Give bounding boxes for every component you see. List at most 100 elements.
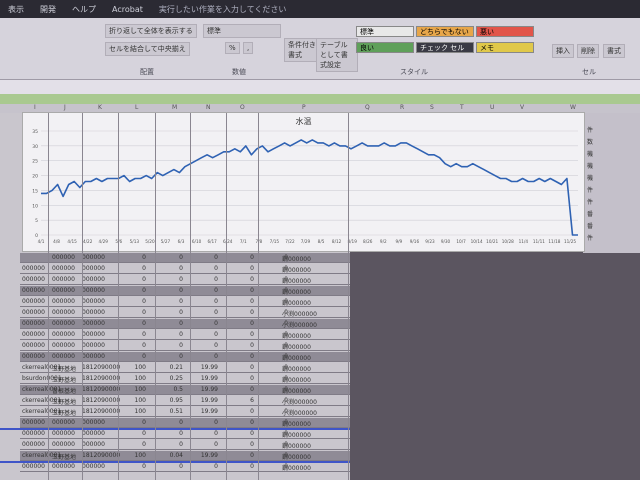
table-cell-i[interactable]: 鋼000000 [282,353,311,362]
percent-button[interactable]: % [225,42,240,54]
table-cell-d[interactable]: 0 [118,276,146,283]
table-cell-c[interactable]: 1812090000 [82,452,120,459]
table-cell-c[interactable]: 000000 [82,441,105,448]
table-cell-f[interactable]: 0 [190,353,218,360]
col-header[interactable]: M [172,104,177,111]
table-cell-f[interactable]: 0 [190,276,218,283]
table-cell-c[interactable]: 000000 [82,419,105,426]
table-cell-f[interactable]: 0 [190,331,218,338]
number-format-select[interactable]: 標準 [203,24,281,38]
table-cell-d[interactable]: 100 [118,375,146,382]
table-cell-f[interactable]: 0 [190,298,218,305]
table-row[interactable]: 000000 000000 000000 0 0 0 0 0 鋼000000 [20,429,350,439]
col-header[interactable]: J [64,104,66,111]
table-cell-d[interactable]: 100 [118,386,146,393]
col-header[interactable]: O [240,104,245,111]
table-cell-b[interactable]: 000000 [52,430,75,437]
table-cell-e[interactable]: 0 [155,331,183,338]
table-cell-i[interactable]: 小渕000000 [282,309,317,318]
col-header[interactable]: N [206,104,211,111]
table-cell-a[interactable]: 000000 [22,287,45,294]
style-normal[interactable]: 標準 [356,26,414,37]
insert-button[interactable]: 挿入 [552,44,574,58]
table-cell-e[interactable]: 0.95 [155,397,183,404]
table-cell-c[interactable]: 000000 [82,265,105,272]
table-cell-g[interactable]: 0 [226,331,254,338]
table-cell-d[interactable]: 0 [118,463,146,470]
table-cell-f[interactable]: 19.99 [190,452,218,459]
table-row[interactable]: 000000 000000 000000 0 0 0 0 0 鋼000000 [20,297,350,307]
table-cell-g[interactable]: 0 [226,353,254,360]
table-cell-f[interactable]: 0 [190,287,218,294]
table-cell-c[interactable]: 000000 [82,463,105,470]
table-cell-c[interactable]: 1812090000 [82,408,120,415]
table-cell-i[interactable]: 鋼000000 [282,463,311,472]
table-cell-g[interactable]: 0 [226,254,254,261]
table-row[interactable]: bsurdon0001 玉野基地 1812090000 100 0.25 19.99 0 0 鋼… [20,374,350,384]
table-cell-i[interactable]: 鋼000000 [282,375,311,384]
table-cell-i[interactable]: 小渕000000 [282,320,317,329]
table-cell-f[interactable]: 19.99 [190,364,218,371]
table-cell-i[interactable]: 鋼000000 [282,430,311,439]
col-header[interactable]: P [302,104,306,111]
table-cell-c[interactable]: 000000 [82,287,105,294]
table-cell-b[interactable]: 玉野基地 [52,397,76,406]
table-cell-b[interactable]: 000000 [52,254,75,261]
table-cell-c[interactable]: 1812090000 [82,397,120,404]
table-cell-e[interactable]: 0 [155,320,183,327]
col-header[interactable]: T [460,104,464,111]
table-cell-b[interactable]: 玉野基地 [52,452,76,461]
table-cell-i[interactable]: 小渕000000 [282,397,317,406]
table-cell-e[interactable]: 0 [155,342,183,349]
table-cell-d[interactable]: 100 [118,397,146,404]
table-cell-d[interactable]: 0 [118,331,146,338]
table-cell-a[interactable]: 000000 [22,419,45,426]
table-cell-e[interactable]: 0 [155,430,183,437]
table-cell-i[interactable]: 鋼000000 [282,254,311,263]
col-header[interactable]: V [520,104,524,111]
table-cell-b[interactable]: 000000 [52,287,75,294]
table-cell-b[interactable]: 000000 [52,419,75,426]
table-cell-e[interactable]: 0.51 [155,408,183,415]
table-cell-b[interactable]: 玉野基地 [52,375,76,384]
table-cell-b[interactable]: 000000 [52,309,75,316]
table-row[interactable]: ckerreal0001 玉野基地 1812090000 100 0.21 19.99 0 0… [20,363,350,373]
col-header[interactable]: R [400,104,404,111]
table-cell-i[interactable]: 鋼000000 [282,386,311,395]
table-cell-g[interactable]: 0 [226,441,254,448]
style-good[interactable]: 良い [356,42,414,53]
table-cell-e[interactable]: 0.5 [155,386,183,393]
table-row[interactable]: 000000 000000 000000 0 0 0 0 0 鋼000000 [20,352,350,362]
table-row[interactable]: ckerreal0001 玉野基地 1812090000 100 0.51 19.99 0 0… [20,407,350,417]
table-cell-g[interactable]: 0 [226,419,254,426]
table-cell-a[interactable]: 000000 [22,276,45,283]
table-cell-b[interactable]: 000000 [52,265,75,272]
table-cell-d[interactable]: 0 [118,254,146,261]
table-cell-b[interactable]: 000000 [52,441,75,448]
table-cell-c[interactable]: 000000 [82,298,105,305]
tell-me-input[interactable]: 実行したい作業を入力してください [159,4,287,15]
table-cell-g[interactable]: 0 [226,320,254,327]
water-temp-chart[interactable]: 水温 353025201510504/14/84/154/224/295/65/… [22,112,585,252]
table-cell-f[interactable]: 19.99 [190,408,218,415]
table-cell-g[interactable]: 0 [226,463,254,470]
table-row[interactable]: ckerreal0001 玉野基地 1812090000 100 0.95 19.99 6 0… [20,396,350,406]
table-cell-f[interactable]: 0 [190,320,218,327]
table-cell-d[interactable]: 0 [118,441,146,448]
menu-help[interactable]: ヘルプ [72,4,96,15]
table-cell-g[interactable]: 0 [226,309,254,316]
table-cell-i[interactable]: 鋼000000 [282,419,311,428]
col-header[interactable]: K [98,104,102,111]
table-cell-b[interactable]: 000000 [52,276,75,283]
table-cell-a[interactable]: 000000 [22,331,45,338]
table-cell-d[interactable]: 0 [118,309,146,316]
table-cell-f[interactable]: 0 [190,463,218,470]
table-cell-e[interactable]: 0 [155,287,183,294]
col-header[interactable]: W [570,104,576,111]
table-cell-d[interactable]: 100 [118,452,146,459]
table-cell-g[interactable]: 0 [226,342,254,349]
table-cell-c[interactable]: 000000 [82,430,105,437]
table-cell-a[interactable]: 000000 [22,320,45,327]
table-cell-f[interactable]: 0 [190,419,218,426]
table-row[interactable]: 000000 000000 000000 0 0 0 0 0 鋼000000 [20,440,350,450]
